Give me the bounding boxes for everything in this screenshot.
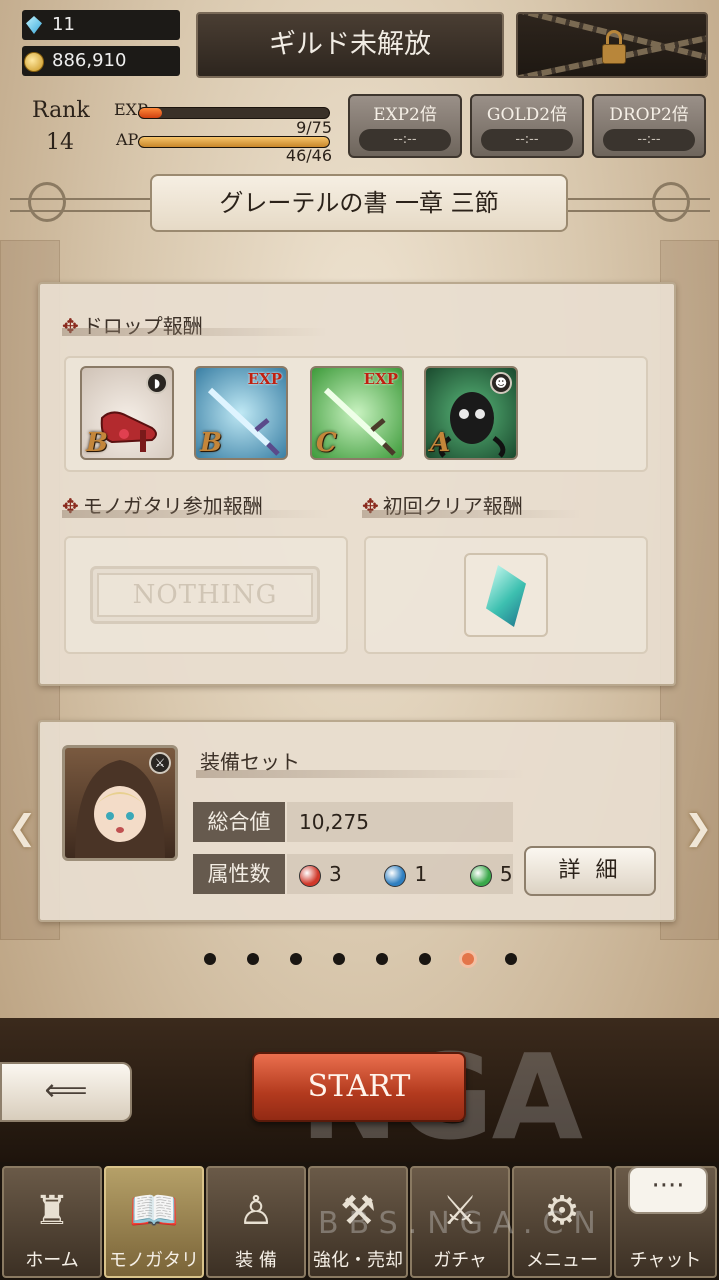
padlock-icon: [602, 44, 626, 64]
exp-tag: EXP: [363, 370, 398, 388]
skull-type-icon: ☻: [490, 372, 512, 394]
heading-underline: [196, 770, 526, 778]
pager-dot[interactable]: [333, 953, 345, 965]
tab-label: モノガタリ: [109, 1250, 199, 1271]
locked-feature-button[interactable]: [516, 12, 708, 78]
tab-label: 装 備: [235, 1250, 277, 1271]
exp-bar-fill: [139, 108, 162, 118]
gold-counter: 886,910: [22, 46, 180, 76]
watermark-url: BBS.NGA.CN: [318, 1206, 606, 1241]
pager-dot[interactable]: [505, 953, 517, 965]
scroll-ornament-left: [28, 182, 66, 222]
gold-coin-icon: [24, 52, 44, 72]
detail-button[interactable]: 詳 細: [524, 846, 656, 896]
pager-dot[interactable]: [290, 953, 302, 965]
scroll-ornament-right: [652, 182, 690, 222]
attribute-counts: 3 1 5: [287, 854, 513, 894]
start-button[interactable]: START: [252, 1052, 466, 1122]
exp-boost-button[interactable]: EXP2倍 --:--: [348, 94, 462, 158]
gold-boost-button[interactable]: GOLD2倍 --:--: [470, 94, 584, 158]
exp-boost-label: EXP2倍: [373, 105, 437, 125]
tab-label: ガチャ: [433, 1250, 487, 1271]
tab-label: 強化・売却: [313, 1250, 403, 1271]
drop-item-rank: B: [200, 428, 222, 458]
pager-dot[interactable]: [419, 953, 431, 965]
gem-counter: 11: [22, 10, 180, 40]
exp-boost-timer: --:--: [359, 129, 451, 151]
heading-underline: [62, 510, 330, 518]
heading-underline: [362, 510, 582, 518]
drop-item-rank: C: [316, 428, 337, 458]
quest-screen: 11 886,910 ギルド未解放 Rank 14 EXP 9/75 AP 46…: [0, 0, 719, 1280]
guild-button[interactable]: ギルド未解放: [196, 12, 504, 78]
gem-count: 11: [52, 14, 75, 35]
drop-item-4[interactable]: ☻ A: [424, 366, 518, 460]
tab-monogatari[interactable]: 📖 モノガタリ: [104, 1166, 204, 1278]
back-arrow-icon: ⟸: [44, 1073, 88, 1108]
previous-set-arrow-icon[interactable]: ❮: [8, 808, 37, 848]
exp-value: 9/75: [296, 118, 332, 137]
gold-boost-label: GOLD2倍: [486, 105, 568, 125]
wind-attribute-count: 5: [499, 862, 513, 886]
gem-icon: [26, 16, 42, 34]
tab-home[interactable]: ♜ ホーム: [2, 1166, 102, 1278]
rank-label: Rank: [32, 98, 90, 123]
next-set-arrow-icon[interactable]: ❯: [684, 808, 713, 848]
pager-dot[interactable]: [462, 953, 474, 965]
back-button[interactable]: ⟸: [0, 1062, 132, 1122]
water-attribute-icon: [384, 864, 407, 887]
wind-attribute-icon: [469, 864, 492, 887]
water-attribute-count: 1: [414, 862, 428, 886]
tab-label: ホーム: [25, 1250, 79, 1271]
tab-label: チャット: [629, 1250, 702, 1271]
character-portrait[interactable]: ⚔: [62, 745, 178, 861]
tab-equipment[interactable]: ♙ 装 備: [206, 1166, 306, 1278]
exp-tag: EXP: [247, 370, 282, 388]
gold-boost-timer: --:--: [481, 129, 573, 151]
drop-item-1[interactable]: ◗ B: [80, 366, 174, 460]
drop-item-rank: B: [86, 428, 108, 458]
drop-item-2[interactable]: EXP B: [194, 366, 288, 460]
tab-label: メニュー: [526, 1250, 598, 1271]
castle-icon: ♜: [34, 1188, 70, 1234]
chat-bubble-icon[interactable]: ····: [628, 1166, 708, 1214]
puppet-icon: ♙: [238, 1188, 274, 1234]
heading-underline: [62, 328, 328, 336]
fire-attribute-count: 3: [329, 862, 342, 886]
rank-value: 14: [46, 130, 74, 155]
shoe-type-icon: ◗: [146, 372, 168, 394]
pager-dot[interactable]: [376, 953, 388, 965]
drop-item-3[interactable]: EXP C: [310, 366, 404, 460]
crystal-icon: [486, 565, 526, 627]
attribute-count-label: 属性数: [193, 854, 285, 894]
pager-dot[interactable]: [204, 953, 216, 965]
ap-value: 46/46: [285, 146, 332, 165]
drop-item-rank: A: [430, 428, 451, 458]
no-reward-placeholder: NOTHING: [90, 566, 320, 624]
total-value-label: 総合値: [193, 802, 285, 842]
drop-boost-label: DROP2倍: [609, 105, 689, 125]
drop-boost-timer: --:--: [603, 129, 695, 151]
sword-class-icon: ⚔: [149, 752, 171, 774]
book-icon: 📖: [129, 1188, 179, 1234]
stage-title: グレーテルの書 一章 三節: [150, 174, 568, 232]
gold-count: 886,910: [52, 50, 127, 71]
fire-attribute-icon: [299, 864, 321, 887]
ap-label: AP: [116, 130, 139, 149]
pager-dot[interactable]: [247, 953, 259, 965]
total-value: 10,275: [287, 802, 513, 842]
drop-boost-button[interactable]: DROP2倍 --:--: [592, 94, 706, 158]
first-clear-reward-item[interactable]: [464, 553, 548, 637]
